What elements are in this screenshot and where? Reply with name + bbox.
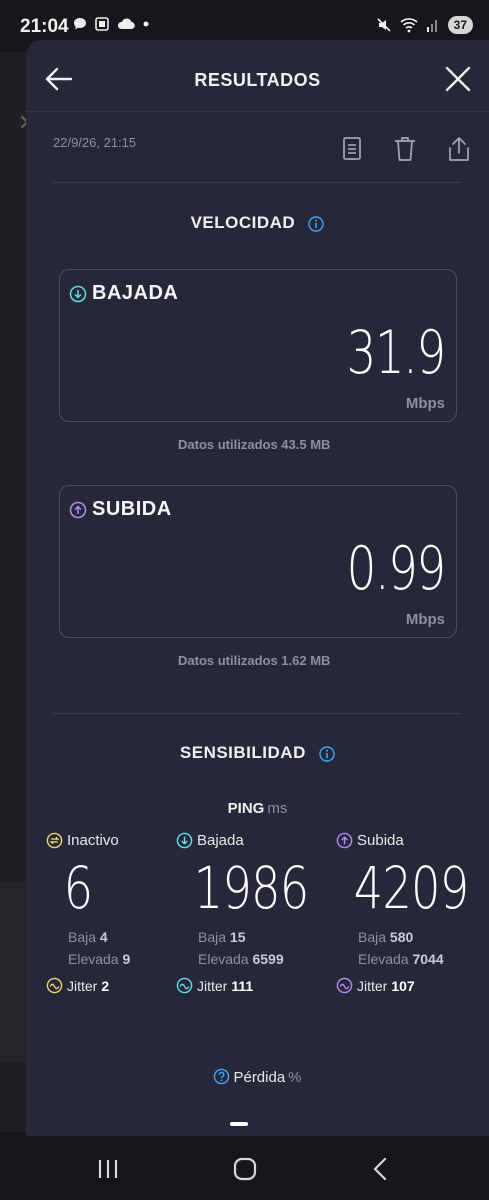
download-label: BAJADA [92,282,179,304]
ping-idle-jitter: Jitter 2 [46,977,196,994]
stat-low-label: Baja [68,929,97,945]
ping-upload-high: Elevada 7044 [336,949,486,969]
ping-upload-label: Subida [357,832,404,849]
dot-icon [143,21,149,27]
jitter-value: 111 [231,977,254,994]
stat-low-label: Baja [198,929,227,945]
status-right-icons: 37 [376,16,473,34]
jitter-label: Jitter [67,977,98,994]
divider [53,713,461,714]
jitter-value: 107 [391,977,415,994]
results-panel: RESULTADOS 22/9/26, 21:15 VELOCIDAD BAJA… [26,40,489,1136]
idle-icon [46,832,63,849]
ping-download-value: 1986 [193,854,310,922]
upload-data-used: Datos utilizados 1.62 MB [178,653,331,668]
ping-upload-low: Baja 580 [336,927,486,947]
navigation-bar [0,1136,489,1200]
divider [53,182,461,183]
loss-label: Pérdida [233,1069,286,1086]
battery-indicator: 37 [447,16,473,34]
document-icon[interactable] [341,136,363,162]
stat-low-label: Baja [358,929,387,945]
result-actions [341,136,471,162]
ping-idle-low: Baja 4 [46,927,196,947]
jitter-icon [336,977,353,994]
ping-idle-value: 6 [63,854,94,922]
ping-title: PING ms [26,800,489,817]
stat-high-value: 6599 [252,951,284,967]
ping-download-high: Elevada 6599 [176,949,326,969]
jitter-value: 2 [101,977,110,994]
ping-download-jitter: Jitter 111 [176,977,326,994]
download-data-used: Datos utilizados 43.5 MB [178,437,331,452]
page-title: RESULTADOS [194,70,321,90]
screenshot-icon [95,17,109,31]
stat-high-label: Elevada [198,951,249,967]
info-icon[interactable] [308,215,325,232]
velocidad-title: VELOCIDAD [26,213,489,233]
top-bar: RESULTADOS [26,40,489,112]
ping-download-label: Bajada [197,832,244,849]
upload-arrow-icon [69,501,87,519]
recent-apps-icon[interactable] [94,1156,124,1182]
status-time: 21:04 [20,16,69,37]
stat-low-value: 580 [389,929,414,945]
upload-card: SUBIDA 0.99 Mbps [59,485,457,638]
signal-icon [426,20,437,32]
jitter-icon [176,977,193,994]
info-icon[interactable] [319,745,335,762]
loss-unit: % [288,1069,302,1086]
jitter-label: Jitter [357,977,388,994]
ping-upload-jitter: Jitter 107 [336,977,486,994]
download-arrow-icon [69,285,87,303]
home-icon[interactable] [230,1156,260,1182]
close-icon[interactable] [445,66,471,92]
ping-download-column: Bajada 1986 Baja 15 Elevada 6599 Jitter … [176,832,326,994]
upload-value: 0.99 [347,534,447,604]
ping-upload-column: Subida 4209 Baja 580 Elevada 7044 Jitter… [336,832,486,994]
chat-bubble-icon [74,18,86,30]
share-icon[interactable] [447,136,471,162]
download-arrow-icon [176,832,193,849]
wifi-icon [400,18,418,33]
trash-icon[interactable] [393,136,417,162]
sensibilidad-title: SENSIBILIDAD [26,743,489,763]
scroll-indicator [230,1122,248,1126]
ping-upload-value: 4209 [353,854,470,922]
stat-high-value: 7044 [412,951,444,967]
jitter-label: Jitter [197,977,228,994]
ping-idle-high: Elevada 9 [46,949,196,969]
help-icon [214,1068,230,1085]
packet-loss[interactable]: Pérdida% [26,1068,489,1086]
ping-download-low: Baja 15 [176,927,326,947]
ping-download-head: Bajada [176,832,326,849]
cloud-icon [117,18,135,30]
velocidad-label: VELOCIDAD [190,213,296,232]
ping-upload-head: Subida [336,832,486,849]
sensibilidad-label: SENSIBILIDAD [179,743,306,762]
stat-high-label: Elevada [68,951,119,967]
ping-unit: ms [267,800,288,817]
upload-unit: Mbps [405,611,445,628]
result-date: 22/9/26, 21:15 [53,135,137,150]
ping-idle-column: Inactivo 6 Baja 4 Elevada 9 Jitter 2 [46,832,196,994]
back-nav-icon[interactable] [366,1156,396,1182]
stat-high-value: 9 [122,951,131,967]
stat-low-value: 15 [229,929,246,945]
mute-icon [377,18,391,32]
upload-label: SUBIDA [92,498,172,520]
stat-low-value: 4 [99,929,108,945]
download-card: BAJADA 31.9 Mbps [59,269,457,422]
status-left-icons [72,16,150,32]
ping-label: PING [227,800,265,817]
ping-idle-label: Inactivo [67,832,119,849]
stat-high-label: Elevada [358,951,409,967]
ping-idle-head: Inactivo [46,832,196,849]
upload-arrow-icon [336,832,353,849]
download-unit: Mbps [405,395,445,412]
jitter-icon [46,977,63,994]
download-value: 31.9 [347,318,447,388]
